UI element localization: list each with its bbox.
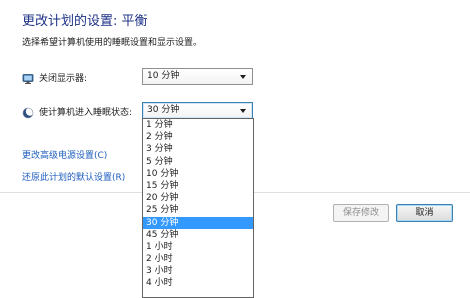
dropdown-option[interactable]: 1 分钟 xyxy=(143,119,253,131)
sleep-label: 使计算机进入睡眠状态: xyxy=(39,108,133,118)
dropdown-option[interactable]: 2 分钟 xyxy=(143,131,253,143)
moon-icon xyxy=(22,104,35,119)
save-button[interactable]: 保存修改 xyxy=(333,204,389,222)
dropdown-option[interactable]: 30 分钟 xyxy=(143,216,253,229)
dropdown-option[interactable]: 2 小时 xyxy=(143,253,253,265)
dropdown-option[interactable]: 15 分钟 xyxy=(143,180,253,192)
cancel-button[interactable]: 取消 xyxy=(396,204,453,222)
dropdown-option[interactable]: 45 分钟 xyxy=(143,229,253,241)
dropdown-option[interactable]: 1 小时 xyxy=(143,241,253,253)
dropdown-option[interactable]: 4 小时 xyxy=(143,277,253,289)
dropdown-option[interactable]: 3 分钟 xyxy=(143,143,253,155)
dropdown-option[interactable]: 5 分钟 xyxy=(143,156,253,168)
sleep-dropdown-list[interactable]: 1 分钟 2 分钟 3 分钟 5 分钟 10 分钟 15 分钟 20 分钟 25 分钟 30 分… xyxy=(142,118,254,298)
display-off-label: 关闭显示器: xyxy=(39,74,88,84)
display-off-value: 10 分钟 xyxy=(147,71,180,81)
dropdown-option[interactable]: 25 分钟 xyxy=(143,204,253,216)
dropdown-option[interactable]: 10 分钟 xyxy=(143,168,253,180)
display-off-select[interactable]: 10 分钟 xyxy=(142,68,253,85)
dropdown-option[interactable]: 3 小时 xyxy=(143,265,253,277)
sleep-select[interactable]: 30 分钟 xyxy=(142,102,253,119)
page-title: 更改计划的设置: 平衡 xyxy=(22,14,148,29)
chevron-down-icon xyxy=(240,75,246,79)
dropdown-option[interactable]: 20 分钟 xyxy=(143,192,253,204)
chevron-down-icon xyxy=(240,109,246,113)
sleep-value: 30 分钟 xyxy=(147,105,180,115)
restore-defaults-link[interactable]: 还原此计划的默认设置(R) xyxy=(22,170,125,183)
advanced-power-settings-link[interactable]: 更改高级电源设置(C) xyxy=(22,148,107,161)
monitor-icon xyxy=(22,70,34,84)
page-subtitle: 选择希望计算机使用的睡眠设置和显示设置。 xyxy=(22,38,203,48)
